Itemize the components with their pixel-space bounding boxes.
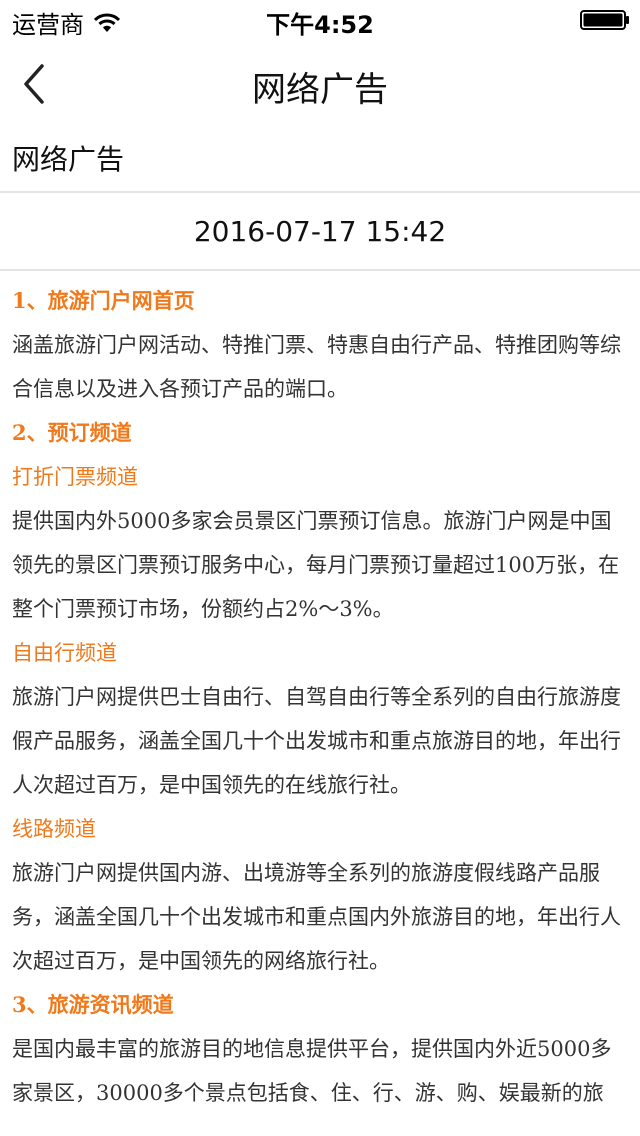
section-heading-booking: 2、预订频道 [12, 420, 132, 445]
section-heading-news: 3、旅游资讯频道 [12, 992, 174, 1017]
section-heading-homepage: 1、旅游门户网首页 [12, 288, 195, 313]
paragraph-tickets: 提供国内外5000多家会员景区门票预订信息。旅游门户网是中国领先的景区门票预订服… [12, 509, 620, 621]
battery-icon [580, 10, 629, 30]
subheading-tickets: 打折门票频道 [12, 465, 138, 489]
article-body: 1、旅游门户网首页 涵盖旅游门户网活动、特推门票、特惠自由行产品、特推团购等综合… [0, 271, 640, 1115]
article-heading: 网络广告 [0, 130, 640, 193]
status-bar: 运营商 下午4:52 [0, 0, 640, 40]
navigation-bar: 网络广告 [0, 40, 640, 130]
paragraph-homepage: 涵盖旅游门户网活动、特推门票、特惠自由行产品、特推团购等综合信息以及进入各预订产… [12, 333, 621, 401]
paragraph-routes: 旅游门户网提供国内游、出境游等全系列的旅游度假线路产品服务，涵盖全国几十个出发城… [12, 861, 621, 973]
subheading-free-travel: 自由行频道 [12, 641, 117, 665]
paragraph-news: 是国内最丰富的旅游目的地信息提供平台，提供国内外近5000多家景区，30000多… [12, 1037, 612, 1105]
subheading-routes: 线路频道 [12, 817, 96, 841]
page-title: 网络广告 [252, 70, 388, 110]
article-timestamp: 2016-07-17 15:42 [0, 193, 640, 271]
paragraph-free-travel: 旅游门户网提供巴士自由行、自驾自由行等全系列的自由行旅游度假产品服务，涵盖全国几… [12, 685, 621, 797]
status-time: 下午4:52 [266, 11, 374, 39]
